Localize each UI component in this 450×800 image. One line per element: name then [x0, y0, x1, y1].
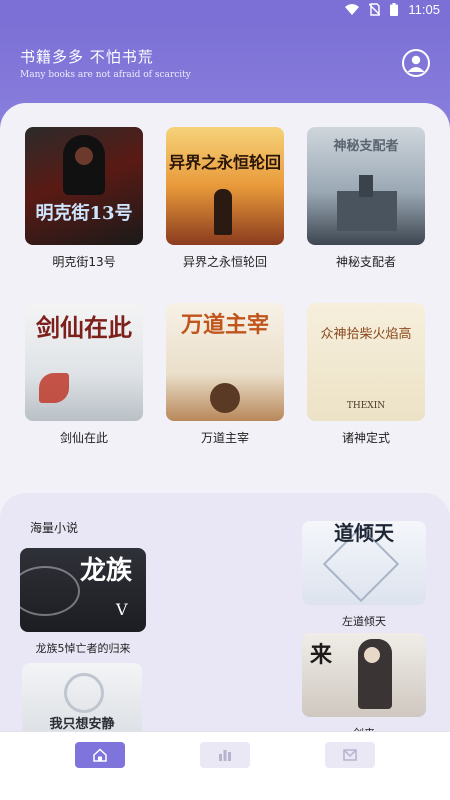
bottom-tab-bar — [0, 731, 450, 800]
novel-card[interactable]: 龙族 V 龙族5悼亡者的归来 — [20, 548, 146, 656]
cover-title: 剑仙在此 — [36, 313, 132, 342]
book-title: 万道主宰 — [200, 431, 249, 445]
app-subtitle: Many books are not afraid of scarcity — [20, 70, 191, 80]
section-title: 海量小说 — [30, 521, 79, 535]
novel-card[interactable]: 道倾天 左道倾天 — [302, 521, 426, 629]
novel-title: 龙族5悼亡者的归来 — [35, 642, 131, 655]
book-title: 诸神定式 — [341, 431, 390, 445]
battery-icon — [390, 3, 399, 16]
book-card[interactable]: 剑仙在此 剑仙在此 — [25, 303, 143, 446]
novel-cover[interactable]: 来 — [302, 633, 426, 717]
book-title: 剑仙在此 — [59, 431, 108, 445]
app-title: 书籍多多 不怕书荒 — [20, 48, 154, 66]
cover-title: 神秘支配者 — [333, 139, 399, 154]
tab-home[interactable] — [75, 742, 125, 768]
cover-mark: V — [116, 600, 128, 619]
cover-title: 来 — [310, 642, 333, 668]
novel-cover[interactable]: 龙族 V — [20, 548, 146, 632]
status-icons: 11:05 — [345, 2, 440, 17]
chart-icon — [219, 750, 231, 761]
book-title: 明克街13号 — [52, 255, 116, 269]
content-panel: 明克街13号 明克街13号 异界之永恒轮回 异界之永恒轮回 神秘支配者 神秘支配… — [0, 103, 450, 731]
book-card[interactable]: 万道主宰 万道主宰 — [166, 303, 284, 446]
tab-ranking[interactable] — [200, 742, 250, 768]
book-cover[interactable]: 异界之永恒轮回 — [166, 127, 284, 245]
novel-card[interactable]: 我只想安静 — [22, 663, 142, 731]
book-title: 异界之永恒轮回 — [182, 255, 267, 269]
mail-icon — [343, 749, 357, 761]
novel-cover[interactable]: 我只想安静 — [22, 663, 142, 731]
cover-title: 众神拾柴火焰高 — [320, 327, 412, 342]
no-sim-icon — [369, 3, 381, 16]
novel-title: 左道倾天 — [342, 615, 386, 628]
novel-section: 海量小说 龙族 V 龙族5悼亡者的归来 道倾天 左道倾天 我只想安静 来 — [0, 493, 450, 731]
profile-button[interactable] — [402, 49, 430, 77]
book-cover[interactable]: 万道主宰 — [166, 303, 284, 421]
book-card[interactable]: 神秘支配者 神秘支配者 — [307, 127, 425, 270]
cover-title: 异界之永恒轮回 — [168, 153, 281, 172]
cover-title: 我只想安静 — [49, 717, 115, 731]
cover-title: 道倾天 — [334, 521, 394, 545]
cover-subtitle: THEXIN — [346, 401, 386, 411]
book-card[interactable]: 众神拾柴火焰高 THEXIN 诸神定式 — [307, 303, 425, 446]
cover-title: 龙族 — [80, 556, 133, 586]
status-bar: 11:05 — [0, 0, 450, 22]
novel-card[interactable]: 来 剑来 — [302, 633, 426, 731]
home-icon — [93, 748, 107, 762]
book-grid: 明克街13号 明克街13号 异界之永恒轮回 异界之永恒轮回 神秘支配者 神秘支配… — [0, 103, 450, 493]
wifi-icon — [345, 3, 360, 15]
book-card[interactable]: 明克街13号 明克街13号 — [25, 127, 143, 270]
novel-cover[interactable]: 道倾天 — [302, 521, 426, 605]
cover-title: 明克街13号 — [35, 203, 133, 224]
book-cover[interactable]: 明克街13号 — [25, 127, 143, 245]
book-cover[interactable]: 神秘支配者 — [307, 127, 425, 245]
status-time: 11:05 — [408, 2, 440, 17]
book-cover[interactable]: 剑仙在此 — [25, 303, 143, 421]
tab-messages[interactable] — [325, 742, 375, 768]
book-title: 神秘支配者 — [335, 255, 396, 269]
cover-title: 万道主宰 — [180, 312, 269, 338]
book-cover[interactable]: 众神拾柴火焰高 THEXIN — [307, 303, 425, 421]
user-icon — [407, 55, 425, 72]
book-card[interactable]: 异界之永恒轮回 异界之永恒轮回 — [166, 127, 284, 270]
